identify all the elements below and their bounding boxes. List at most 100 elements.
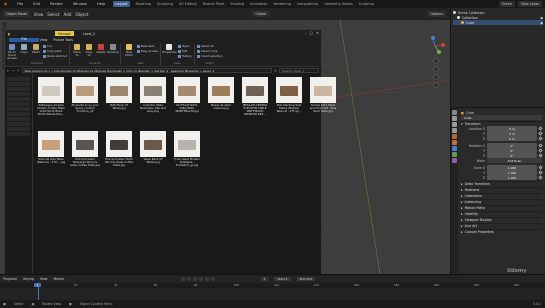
keyframe-icon[interactable] bbox=[538, 170, 543, 175]
workspace-tab-shading[interactable]: Shading bbox=[230, 2, 244, 6]
timeline-menu-view[interactable]: View bbox=[40, 277, 48, 281]
new-item-button[interactable]: New item bbox=[137, 44, 158, 48]
nav-item[interactable] bbox=[7, 107, 30, 111]
copy-button[interactable]: Copy bbox=[19, 44, 29, 54]
menu-edit[interactable]: Edit bbox=[31, 1, 42, 7]
workspace-tab-scripting[interactable]: Scripting bbox=[359, 2, 374, 6]
render-tab-icon[interactable] bbox=[452, 116, 457, 121]
modifier-tab-icon[interactable] bbox=[452, 146, 457, 151]
viewport-menu-select[interactable]: Select bbox=[47, 12, 59, 17]
keyframe-icon[interactable] bbox=[538, 165, 543, 170]
keyframe-icon[interactable] bbox=[538, 126, 543, 131]
transform-orientation-dropdown[interactable]: Global bbox=[252, 11, 269, 17]
viewport-options[interactable]: Options bbox=[427, 11, 446, 17]
panel-visibility[interactable]: ▸ Visibility bbox=[461, 211, 542, 216]
view-layer-selector[interactable]: View Layer bbox=[517, 1, 542, 7]
keyframe-icon[interactable] bbox=[538, 153, 543, 158]
address-bar[interactable]: New Volume (D:) > Introduction to Blende… bbox=[21, 68, 273, 73]
ortho-toggle-icon[interactable] bbox=[433, 82, 439, 88]
location-z-field[interactable]: 0 m bbox=[487, 136, 537, 141]
workspace-tab-modeling[interactable]: Modeling bbox=[136, 2, 151, 6]
current-frame-field[interactable]: 1 bbox=[260, 276, 269, 281]
file-item[interactable]: Simple Kid's Table and Chair Set - Ikea … bbox=[308, 77, 338, 113]
viewport-menu-view[interactable]: View bbox=[34, 12, 44, 17]
refresh-icon[interactable]: ↻ bbox=[274, 69, 277, 73]
panel-relations[interactable]: ▸ Relations bbox=[461, 187, 542, 192]
keyframe-icon[interactable] bbox=[538, 136, 543, 141]
nav-item[interactable] bbox=[7, 97, 30, 101]
timeline-ruler[interactable]: 020406080100120140160180200220240 bbox=[0, 283, 545, 288]
file-item[interactable]: Compton Wide Bookcase, Oak and Grey.png bbox=[138, 77, 168, 113]
easy-access-button[interactable]: Easy access bbox=[137, 49, 158, 53]
properties-button[interactable]: Properties bbox=[162, 44, 177, 54]
invert-selection-button[interactable]: Invert selection bbox=[196, 54, 223, 58]
tab-view[interactable]: View bbox=[40, 38, 48, 42]
viewport-menu-add[interactable]: Add bbox=[64, 12, 72, 17]
select-all-button[interactable]: Select all bbox=[196, 44, 223, 48]
file-item[interactable]: Tyrell Glass Modern Sidetable - Furbbatc… bbox=[172, 131, 202, 167]
edit-button[interactable]: Edit bbox=[177, 49, 192, 53]
object-tab-icon[interactable] bbox=[452, 140, 457, 145]
back-arrow-icon[interactable]: ← bbox=[7, 69, 10, 73]
visibility-eye-icon[interactable]: ◉ bbox=[540, 21, 543, 25]
jump-end-icon[interactable] bbox=[210, 276, 215, 281]
scale-y-field[interactable]: 1.000 bbox=[487, 170, 537, 175]
move-to-button[interactable]: Move to bbox=[72, 44, 82, 57]
nav-item[interactable] bbox=[7, 82, 30, 86]
delete-button[interactable]: Delete bbox=[96, 44, 106, 54]
next-keyframe-icon[interactable] bbox=[204, 276, 209, 281]
navigation-gizmo[interactable] bbox=[425, 36, 445, 88]
play-icon[interactable] bbox=[198, 276, 203, 281]
nav-item[interactable] bbox=[7, 92, 30, 96]
location-x-field[interactable]: 0 m bbox=[487, 126, 537, 131]
copy-to-button[interactable]: Copy to bbox=[84, 44, 94, 57]
nav-item[interactable] bbox=[7, 132, 30, 136]
keyframe-icon[interactable] bbox=[538, 148, 543, 153]
file-item[interactable]: Mesas de estar madera.jpg bbox=[206, 77, 236, 110]
nav-item[interactable] bbox=[7, 102, 30, 106]
start-frame-field[interactable]: Start 1 bbox=[274, 276, 291, 281]
scale-x-field[interactable]: 1.000 bbox=[487, 165, 537, 170]
rotation-y-field[interactable]: 0° bbox=[487, 148, 537, 153]
tool-tab-icon[interactable] bbox=[452, 110, 457, 115]
minimize-icon[interactable]: – bbox=[305, 31, 307, 35]
history-button[interactable]: History bbox=[177, 54, 192, 58]
open-button[interactable]: Open bbox=[177, 44, 192, 48]
object-mode-dropdown[interactable]: Object Mode bbox=[3, 11, 30, 17]
menu-render[interactable]: Render bbox=[48, 1, 65, 7]
blender-logo-icon[interactable]: ◉ bbox=[2, 1, 9, 7]
timeline-menu-playback[interactable]: Playback bbox=[3, 277, 17, 281]
copy-path-button[interactable]: Copy path bbox=[43, 49, 67, 53]
timeline-menu-keying[interactable]: Keying bbox=[23, 277, 34, 281]
file-item[interactable]: 45 plants to up your space_modern Furnit… bbox=[70, 77, 100, 113]
workspace-tab-geometry[interactable]: Geometry Nodes bbox=[324, 2, 353, 6]
file-item[interactable]: Wave Bank Of Tables.jpg bbox=[138, 131, 168, 164]
view-layer-tab-icon[interactable] bbox=[452, 128, 457, 133]
nav-item[interactable] bbox=[7, 117, 30, 121]
workspace-tab-sculpting[interactable]: Sculpting bbox=[157, 2, 173, 6]
play-reverse-icon[interactable] bbox=[192, 276, 197, 281]
file-item[interactable]: 20Designs Amedia Modern Coffee Table 120… bbox=[36, 77, 66, 116]
pin-quick-access-button[interactable]: Pin to Quick access bbox=[7, 44, 17, 60]
location-y-field[interactable]: 0 m bbox=[487, 131, 537, 136]
file-item[interactable]: Beth Bank Of Tables.jpg bbox=[104, 77, 134, 110]
panel-line-art[interactable]: ▸ Line Art bbox=[461, 223, 542, 228]
new-folder-button[interactable]: New folder bbox=[123, 44, 135, 57]
navigation-pane[interactable] bbox=[5, 74, 33, 279]
panel-collections[interactable]: ▸ Collections bbox=[461, 193, 542, 198]
timeline-menu-marker[interactable]: Marker bbox=[54, 277, 65, 281]
scene-tab-icon[interactable] bbox=[452, 134, 457, 139]
file-item[interactable]: Tore Schneider Tempered Wood & Glass Cof… bbox=[70, 131, 100, 167]
visibility-eye-icon[interactable]: ◉ bbox=[540, 16, 543, 20]
axis-gizmo-icon[interactable] bbox=[425, 36, 445, 56]
workspace-tab-animation[interactable]: Animation bbox=[250, 2, 267, 6]
menu-window[interactable]: Window bbox=[71, 1, 89, 7]
nav-item[interactable] bbox=[7, 87, 30, 91]
workspace-tab-compositing[interactable]: Compositing bbox=[297, 2, 318, 6]
material-tab-icon[interactable] bbox=[452, 158, 457, 163]
workspace-tab-rendering[interactable]: Rendering bbox=[273, 2, 290, 6]
keyframe-icon[interactable] bbox=[538, 175, 543, 180]
jump-start-icon[interactable] bbox=[180, 276, 185, 281]
panel-custom-properties[interactable]: ▸ Custom Properties bbox=[461, 229, 542, 234]
close-icon[interactable]: × bbox=[316, 31, 319, 35]
